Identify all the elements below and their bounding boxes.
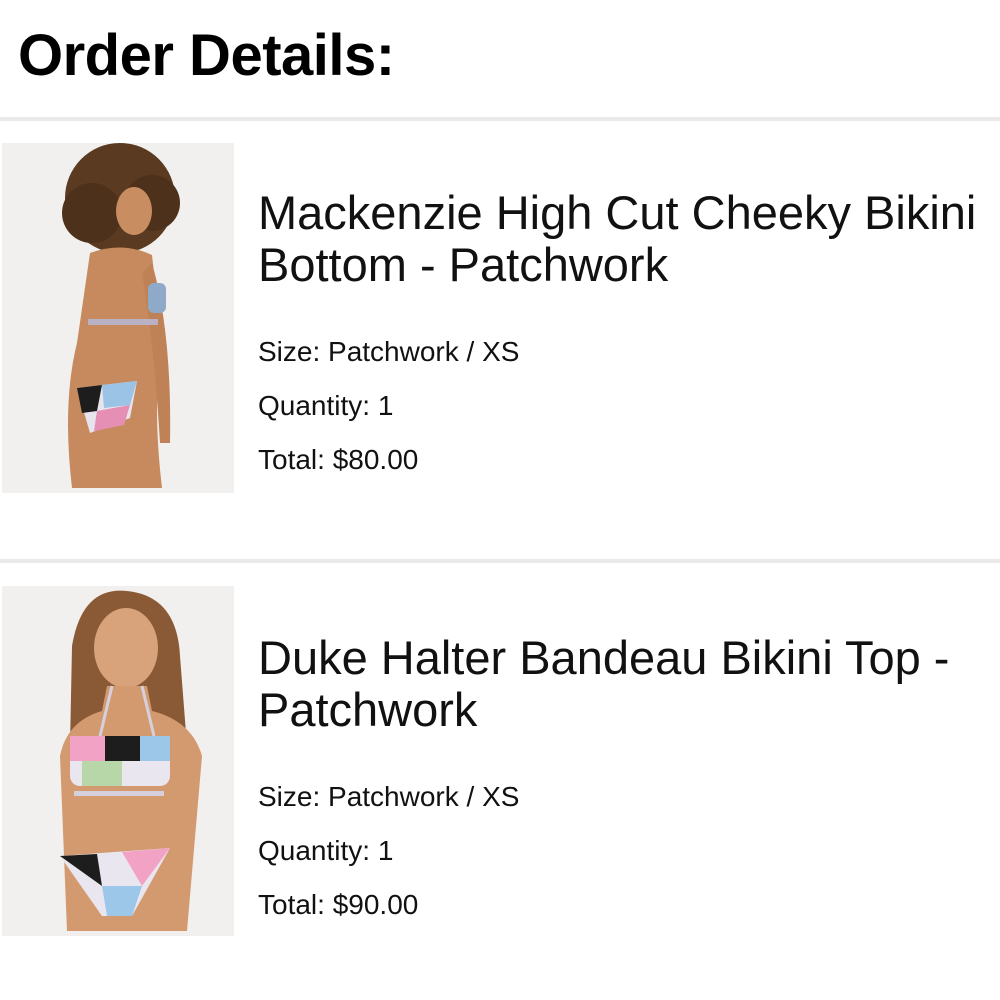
product-name[interactable]: Mackenzie High Cut Cheeky Bikini Bottom … [258,187,988,291]
product-quantity: Quantity: 1 [258,835,394,866]
product-total: Total: $90.00 [258,889,419,920]
divider [0,559,1000,563]
product-image[interactable] [2,143,234,493]
product-total: Total: $80.00 [258,444,419,475]
order-item[interactable]: Mackenzie High Cut Cheeky Bikini Bottom … [0,143,1000,513]
product-info: Mackenzie High Cut Cheeky Bikini Bottom … [258,187,988,475]
product-size: Size: Patchwork / XS [258,781,520,812]
order-item[interactable]: Duke Halter Bandeau Bikini Top - Patchwo… [0,586,1000,946]
product-info: Duke Halter Bandeau Bikini Top - Patchwo… [258,632,988,920]
product-quantity: Quantity: 1 [258,390,394,421]
product-size: Size: Patchwork / XS [258,336,520,367]
page-title: Order Details: [18,23,395,88]
divider [0,117,1000,121]
product-image[interactable] [2,586,234,936]
product-name[interactable]: Duke Halter Bandeau Bikini Top - Patchwo… [258,632,988,736]
